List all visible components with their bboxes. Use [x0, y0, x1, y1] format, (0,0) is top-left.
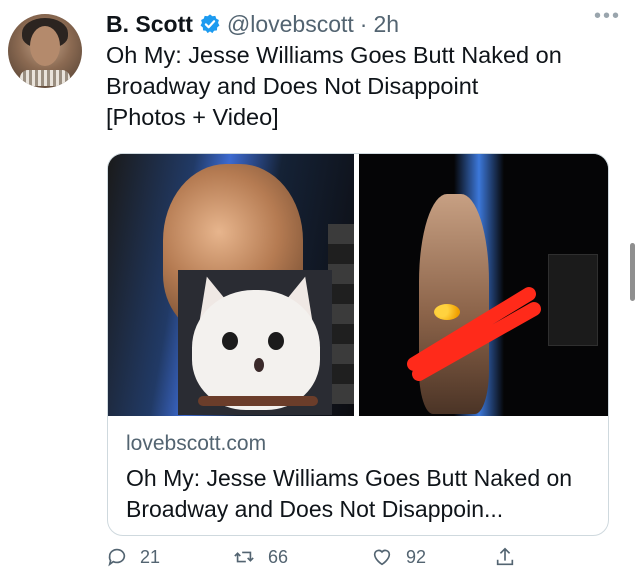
card-title: Oh My: Jesse Williams Goes Butt Naked on… [126, 465, 573, 522]
cat-eye [222, 332, 238, 350]
handle[interactable]: @lovebscott [227, 11, 354, 38]
cat-head [192, 290, 320, 410]
cat-mouth [254, 358, 264, 372]
timestamp[interactable]: 2h [373, 11, 399, 38]
separator-dot: · [359, 10, 368, 37]
tweet-actions: 21 66 92 [106, 545, 606, 569]
cat-eye [268, 332, 284, 350]
tweet-header: B. Scott @lovebscott · 2h ••• [106, 5, 621, 39]
card-photo-right [359, 154, 608, 416]
censor-scribble [407, 287, 541, 381]
cat-meme-overlay [178, 270, 332, 415]
stage-equipment [548, 254, 598, 346]
tweet-text: Oh My: Jesse Williams Goes Butt Naked on… [106, 42, 562, 130]
link-card[interactable]: lovebscott.com Oh My: Jesse Williams Goe… [107, 153, 609, 536]
reply-count: 21 [140, 546, 161, 567]
card-image [108, 154, 608, 416]
display-name[interactable]: B. Scott [106, 11, 193, 38]
more-horizontal-icon[interactable]: ••• [594, 5, 621, 28]
verified-badge-icon [199, 13, 221, 35]
like-count: 92 [406, 546, 427, 567]
card-domain: lovebscott.com [126, 432, 267, 455]
retweet-count: 66 [268, 546, 289, 567]
avatar-face [30, 26, 60, 66]
avatar-necklace [20, 70, 70, 86]
cat-collar [198, 396, 318, 406]
scrollbar[interactable] [630, 243, 635, 301]
avatar[interactable] [8, 14, 82, 88]
